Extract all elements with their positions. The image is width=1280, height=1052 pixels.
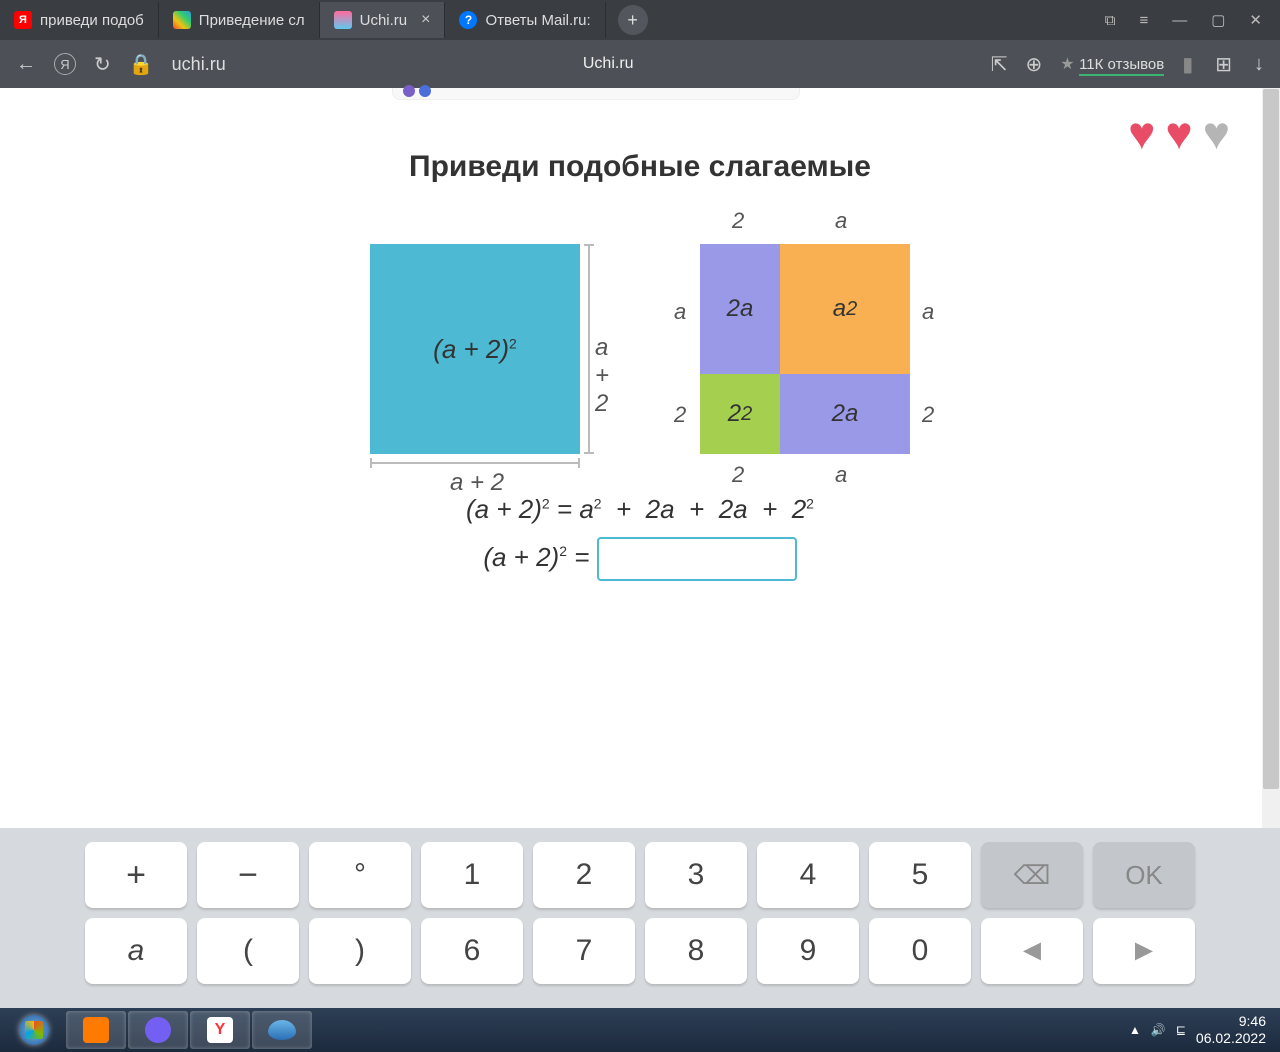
browser-tab-strip: Я приведи подоб Приведение сл Uchi.ru × … <box>0 0 1280 40</box>
tab-3[interactable]: ? Ответы Mail.ru: <box>445 2 605 38</box>
maximize-button[interactable]: ▢ <box>1211 11 1225 29</box>
onscreen-keyboard: + − ° 1 2 3 4 5 ⌫ OK a ( ) 6 7 8 9 0 ◄ ► <box>0 828 1280 1008</box>
key-1[interactable]: 1 <box>421 842 523 908</box>
task-title: Приведи подобные слагаемые <box>0 150 1280 184</box>
key-plus[interactable]: + <box>85 842 187 908</box>
square-aplus2: (a + 2)2 <box>370 244 580 454</box>
back-button[interactable]: ← <box>16 53 36 76</box>
key-0[interactable]: 0 <box>869 918 971 984</box>
extensions-icon[interactable]: ⊞ <box>1215 52 1232 77</box>
taskbar-app-2[interactable] <box>128 1011 188 1049</box>
zoom-icon[interactable]: ⊕ <box>1026 52 1043 77</box>
close-button[interactable]: ✕ <box>1249 11 1262 29</box>
cell-2-squared: 22 <box>700 374 780 454</box>
dim-bottom-right: a <box>835 462 847 488</box>
key-degree[interactable]: ° <box>309 842 411 908</box>
dim-label-right: a + 2 <box>595 334 609 418</box>
page-title: Uchi.ru <box>244 55 973 73</box>
key-minus[interactable]: − <box>197 842 299 908</box>
heart-icon: ♥ <box>1128 110 1155 156</box>
reviews-badge[interactable]: ★ 11К отзывов <box>1060 54 1164 74</box>
volume-icon[interactable]: 🔊 <box>1151 1023 1166 1037</box>
expansion-grid: 2a a2 22 2a <box>700 244 910 454</box>
reload-button[interactable]: ↻ <box>94 52 111 77</box>
key-6[interactable]: 6 <box>421 918 523 984</box>
key-3[interactable]: 3 <box>645 842 747 908</box>
key-right[interactable]: ► <box>1093 918 1195 984</box>
tab-1[interactable]: Приведение сл <box>159 2 320 38</box>
dim-right-top: a <box>922 299 934 325</box>
lock-icon: 🔒 <box>129 52 154 77</box>
clock[interactable]: 9:46 06.02.2022 <box>1196 1013 1266 1047</box>
tab-label: Ответы Mail.ru: <box>485 12 590 29</box>
minimize-button[interactable]: — <box>1172 12 1187 29</box>
key-9[interactable]: 9 <box>757 918 859 984</box>
key-left[interactable]: ◄ <box>981 918 1083 984</box>
dim-left-top: a <box>674 299 686 325</box>
heart-icon: ♥ <box>1203 110 1230 156</box>
yandex-button[interactable]: Я <box>54 53 76 75</box>
tab-0[interactable]: Я приведи подоб <box>0 2 159 38</box>
tab-label: приведи подоб <box>40 12 144 29</box>
tab-label: Uchi.ru <box>360 12 408 29</box>
new-tab-button[interactable]: + <box>618 5 648 35</box>
square-expression: (a + 2)2 <box>433 334 517 365</box>
browser-address-bar: ← Я ↻ 🔒 uchi.ru Uchi.ru ⇱ ⊕ ★ 11К отзыво… <box>0 40 1280 88</box>
key-lparen[interactable]: ( <box>197 918 299 984</box>
yandex-icon: Я <box>14 11 32 29</box>
cell-a-squared: a2 <box>780 244 910 374</box>
taskbar-app-4[interactable] <box>252 1011 312 1049</box>
dim-right-bottom: 2 <box>922 402 934 428</box>
page-content: ♥ ♥ ♥ Приведи подобные слагаемые (a + 2)… <box>0 88 1280 828</box>
key-7[interactable]: 7 <box>533 918 635 984</box>
heart-icon: ♥ <box>1165 110 1192 156</box>
share-icon[interactable]: ⇱ <box>991 52 1008 77</box>
tray-arrow-icon[interactable]: ▲ <box>1129 1023 1141 1037</box>
taskbar-app-3[interactable]: Y <box>190 1011 250 1049</box>
key-a[interactable]: a <box>85 918 187 984</box>
system-tray: ▲ 🔊 ⊑ 9:46 06.02.2022 <box>1129 1013 1276 1047</box>
network-icon[interactable]: ⊑ <box>1176 1023 1186 1037</box>
site-icon <box>173 11 191 29</box>
dim-bottom-left: 2 <box>732 462 744 488</box>
key-rparen[interactable]: ) <box>309 918 411 984</box>
right-figure: 2 a a 2 a 2 2 a 2a a2 22 2a <box>700 244 910 454</box>
answer-input[interactable] <box>597 537 797 581</box>
key-5[interactable]: 5 <box>869 842 971 908</box>
dim-label-bottom: a + 2 <box>450 469 504 497</box>
key-8[interactable]: 8 <box>645 918 747 984</box>
start-button[interactable] <box>4 1011 64 1049</box>
windows-taskbar: Y ▲ 🔊 ⊑ 9:46 06.02.2022 <box>0 1008 1280 1052</box>
progress-bar <box>392 88 800 100</box>
tab-2[interactable]: Uchi.ru × <box>320 2 446 38</box>
figures-row: (a + 2)2 a + 2 a + 2 2 a a 2 a 2 2 a 2a … <box>0 244 1280 454</box>
menu-icon[interactable]: ≡ <box>1139 12 1148 29</box>
tab-label: Приведение сл <box>199 12 305 29</box>
window-controls: ⧉ ≡ — ▢ ✕ <box>1087 11 1280 29</box>
left-figure: (a + 2)2 a + 2 a + 2 <box>370 244 580 454</box>
key-4[interactable]: 4 <box>757 842 859 908</box>
url-text[interactable]: uchi.ru <box>172 54 226 75</box>
cell-2a-top: 2a <box>700 244 780 374</box>
equation-expanded: (a + 2)2 = a2 + 2a + 2a + 22 <box>0 494 1280 525</box>
downloads-icon[interactable]: ↓ <box>1254 53 1264 76</box>
close-icon[interactable]: × <box>421 11 430 29</box>
taskbar-app-1[interactable] <box>66 1011 126 1049</box>
scrollbar[interactable] <box>1262 88 1280 828</box>
dim-top-left: 2 <box>732 208 744 234</box>
panels-icon[interactable]: ⧉ <box>1105 12 1116 29</box>
key-2[interactable]: 2 <box>533 842 635 908</box>
dim-top-right: a <box>835 208 847 234</box>
cell-2a-bottom: 2a <box>780 374 910 454</box>
equation-block: (a + 2)2 = a2 + 2a + 2a + 22 (a + 2)2 = <box>0 494 1280 581</box>
key-ok[interactable]: OK <box>1093 842 1195 908</box>
bookmark-icon[interactable]: ▮ <box>1182 52 1193 77</box>
equation-answer: (a + 2)2 = <box>0 537 1280 581</box>
lives-indicator: ♥ ♥ ♥ <box>1128 110 1230 156</box>
dim-left-bottom: 2 <box>674 402 686 428</box>
uchi-icon <box>334 11 352 29</box>
key-backspace[interactable]: ⌫ <box>981 842 1083 908</box>
mailru-icon: ? <box>459 11 477 29</box>
